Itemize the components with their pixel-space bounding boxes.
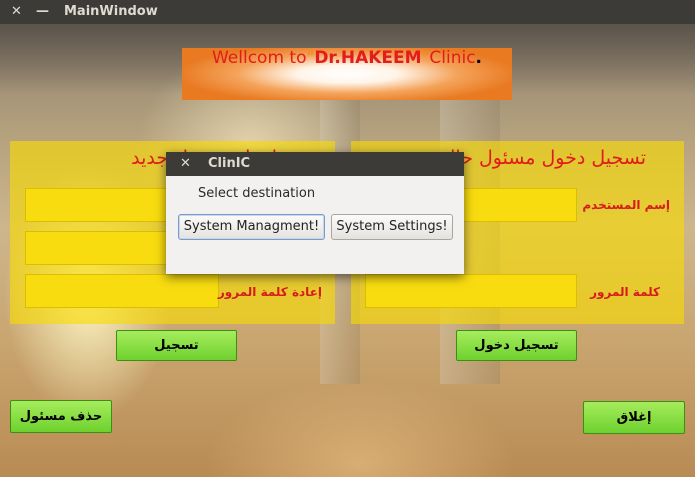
banner-dot: . <box>475 48 483 68</box>
welcome-banner: Wellcom to"Dr.HAKEEM"Clinic. <box>182 48 512 100</box>
system-settings-button[interactable]: System Settings! <box>331 214 453 240</box>
password-field[interactable] <box>365 274 577 308</box>
confirm-password-label: إعادة كلمة المرور <box>217 285 322 299</box>
window-title: MainWindow <box>64 4 158 19</box>
banner-doctor-name: Dr.HAKEEM <box>314 48 422 68</box>
dialog-message: Select destination <box>198 186 316 201</box>
banner-text-1: Wellcom to <box>211 48 307 68</box>
title-bar: ✕ — MainWindow <box>0 0 695 24</box>
login-button[interactable]: تسجيل دخول <box>456 330 577 361</box>
delete-admin-button[interactable]: حذف مسئول <box>10 400 112 433</box>
window-close-icon[interactable]: ✕ <box>11 4 22 19</box>
password-label: كلمة المرور <box>590 285 660 299</box>
banner-text-2: Clinic <box>429 48 476 68</box>
close-button[interactable]: إغلاق <box>583 401 685 434</box>
register-button[interactable]: تسجيل <box>116 330 237 361</box>
system-management-button[interactable]: System Managment! <box>178 214 325 240</box>
confirm-password-field[interactable] <box>25 274 219 308</box>
main-window: ✕ — MainWindow Wellcom to"Dr.HAKEEM"Clin… <box>0 0 695 477</box>
destination-dialog: ✕ ClinIC Select destination System Manag… <box>166 152 464 274</box>
username-label: إسم المستخدم <box>582 198 670 212</box>
window-minimize-icon[interactable]: — <box>36 4 49 19</box>
dialog-title-bar: ✕ ClinIC <box>166 152 464 176</box>
dialog-close-icon[interactable]: ✕ <box>180 156 191 171</box>
dialog-title: ClinIC <box>208 156 251 171</box>
login-panel-title: تسجيل دخول مسئول حالي <box>433 147 646 169</box>
